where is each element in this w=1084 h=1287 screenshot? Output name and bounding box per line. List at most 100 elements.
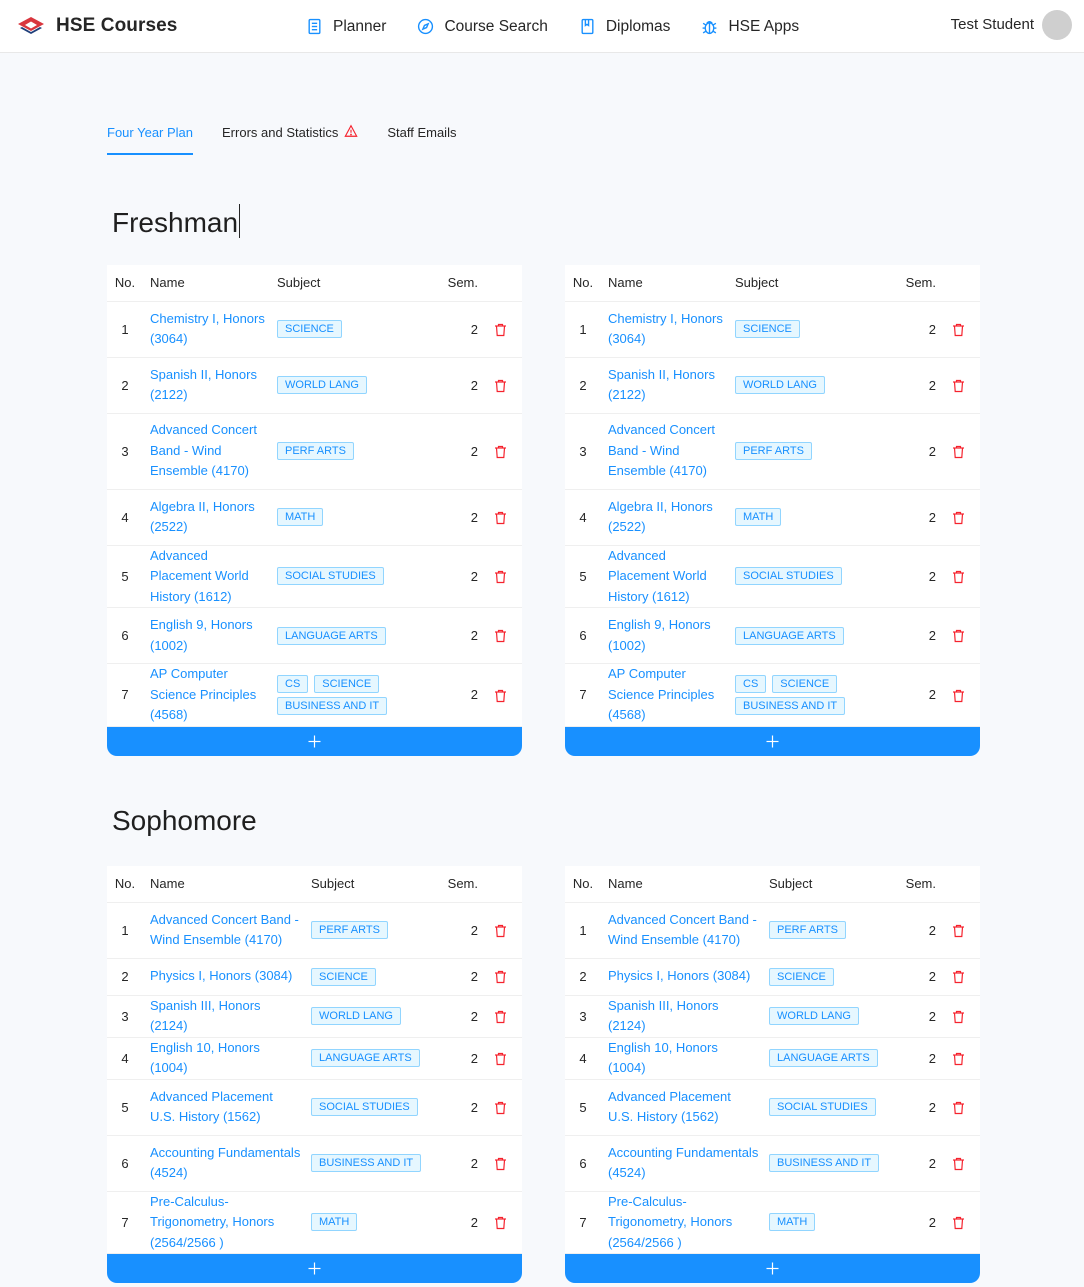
subject-tag: MATH: [769, 1213, 816, 1232]
trash-icon[interactable]: [952, 511, 965, 525]
col-header-name: Name: [143, 265, 277, 302]
trash-icon[interactable]: [952, 1101, 965, 1115]
avatar[interactable]: [1042, 10, 1072, 40]
course-name-link[interactable]: Algebra II, Honors (2522): [608, 497, 725, 538]
course-name-link[interactable]: Accounting Fundamentals (4524): [608, 1143, 759, 1184]
course-subjects: LANGUAGE ARTS: [735, 607, 892, 664]
add-course-button[interactable]: [107, 1254, 522, 1283]
course-name-link[interactable]: Physics I, Honors (3084): [608, 966, 759, 987]
trash-icon[interactable]: [494, 1101, 507, 1115]
trash-icon[interactable]: [494, 1010, 507, 1024]
course-number: 4: [107, 1037, 143, 1080]
trash-icon[interactable]: [494, 924, 507, 938]
course-name-link[interactable]: Advanced Placement World History (1612): [608, 546, 725, 608]
course-name-link[interactable]: Algebra II, Honors (2522): [150, 497, 267, 538]
delete-cell: [936, 902, 980, 959]
course-name-link[interactable]: Spanish II, Honors (2122): [608, 365, 725, 406]
course-name-link[interactable]: English 9, Honors (1002): [150, 615, 267, 656]
nav-course-search[interactable]: Course Search: [417, 18, 548, 36]
trash-icon[interactable]: [952, 379, 965, 393]
trash-icon[interactable]: [952, 1216, 965, 1230]
course-name-link[interactable]: English 10, Honors (1004): [150, 1038, 301, 1079]
course-name-link[interactable]: Advanced Placement U.S. History (1562): [608, 1087, 759, 1128]
delete-cell: [936, 489, 980, 546]
nav-hse-apps-label: HSE Apps: [728, 17, 800, 35]
course-number: 7: [565, 1191, 601, 1254]
add-course-button[interactable]: [565, 1254, 980, 1283]
trash-icon[interactable]: [494, 1157, 507, 1171]
plan-tabs: Four Year Plan Errors and Statistics Sta…: [107, 118, 485, 155]
course-semesters: 2: [434, 607, 478, 664]
course-name-link[interactable]: Spanish II, Honors (2122): [150, 365, 267, 406]
trash-icon[interactable]: [952, 924, 965, 938]
course-name-link[interactable]: Advanced Concert Band - Wind Ensemble (4…: [150, 910, 301, 951]
trash-icon[interactable]: [494, 323, 507, 337]
subject-tag: SCIENCE: [311, 967, 376, 986]
course-name-link[interactable]: Pre-Calculus-Trigonometry, Honors (2564/…: [608, 1192, 759, 1254]
course-row: 7 Pre-Calculus-Trigonometry, Honors (2564…: [565, 1191, 980, 1254]
trash-icon[interactable]: [494, 379, 507, 393]
warning-icon: [344, 124, 358, 137]
hse-logo-icon[interactable]: [16, 15, 46, 35]
course-name-link[interactable]: Accounting Fundamentals (4524): [150, 1143, 301, 1184]
course-name-link[interactable]: AP Computer Science Principles (4568): [150, 664, 267, 726]
course-name-link[interactable]: Advanced Concert Band - Wind Ensemble (4…: [608, 420, 725, 482]
nav-planner[interactable]: Planner: [306, 18, 386, 36]
col-header-no: No.: [107, 866, 143, 903]
trash-icon[interactable]: [494, 970, 507, 984]
trash-icon[interactable]: [952, 570, 965, 584]
tab-staff-emails[interactable]: Staff Emails: [387, 118, 456, 155]
course-name-link[interactable]: Physics I, Honors (3084): [150, 966, 301, 987]
course-name-link[interactable]: Advanced Concert Band - Wind Ensemble (4…: [608, 910, 759, 951]
trash-icon[interactable]: [952, 689, 965, 703]
trash-icon[interactable]: [952, 1157, 965, 1171]
course-row: 2 Physics I, Honors (3084) SCIENCE 2: [107, 958, 522, 996]
course-name-link[interactable]: Spanish III, Honors (2124): [150, 996, 301, 1037]
trash-icon[interactable]: [494, 445, 507, 459]
add-course-button[interactable]: [107, 726, 522, 756]
course-row: 3 Advanced Concert Band - Wind Ensemble (…: [565, 413, 980, 490]
course-row: 4 Algebra II, Honors (2522) MATH 2: [565, 489, 980, 546]
course-name-link[interactable]: Advanced Placement U.S. History (1562): [150, 1087, 301, 1128]
user-name[interactable]: Test Student: [951, 16, 1034, 33]
add-course-button[interactable]: [565, 726, 980, 756]
course-number: 3: [565, 413, 601, 490]
table-header-row: No. Name Subject Sem.: [107, 265, 522, 302]
course-name-link[interactable]: AP Computer Science Principles (4568): [608, 664, 725, 726]
course-name-link[interactable]: Advanced Concert Band - Wind Ensemble (4…: [150, 420, 267, 482]
plus-icon: [308, 735, 321, 747]
course-row: 1 Chemistry I, Honors (3064) SCIENCE 2: [107, 301, 522, 358]
trash-icon[interactable]: [952, 629, 965, 643]
trash-icon[interactable]: [952, 445, 965, 459]
trash-icon[interactable]: [494, 1216, 507, 1230]
course-name-link[interactable]: English 10, Honors (1004): [608, 1038, 759, 1079]
subject-tag: BUSINESS AND IT: [277, 696, 388, 715]
brand-title[interactable]: HSE Courses: [56, 15, 177, 37]
course-semesters: 2: [434, 489, 478, 546]
trash-icon[interactable]: [494, 629, 507, 643]
course-name-link[interactable]: Chemistry I, Honors (3064): [608, 309, 725, 350]
trash-icon[interactable]: [952, 1052, 965, 1066]
course-name-link[interactable]: Pre-Calculus-Trigonometry, Honors (2564/…: [150, 1192, 301, 1254]
col-header-name: Name: [143, 866, 311, 903]
tab-errors-and-statistics[interactable]: Errors and Statistics: [222, 118, 358, 155]
course-name-link[interactable]: English 9, Honors (1002): [608, 615, 725, 656]
trash-icon[interactable]: [494, 689, 507, 703]
book-icon: [581, 18, 594, 35]
course-name-link[interactable]: Advanced Placement World History (1612): [150, 546, 267, 608]
trash-icon[interactable]: [952, 323, 965, 337]
trash-icon[interactable]: [952, 970, 965, 984]
course-name-link[interactable]: Spanish III, Honors (2124): [608, 996, 759, 1037]
trash-icon[interactable]: [952, 1010, 965, 1024]
sophomore-table-left: No. Name Subject Sem. 1 Advanced Concert Band…: [107, 866, 522, 1283]
trash-icon[interactable]: [494, 511, 507, 525]
nav-hse-apps[interactable]: HSE Apps: [701, 18, 799, 36]
course-number: 5: [565, 545, 601, 608]
delete-cell: [478, 301, 522, 358]
course-number: 6: [107, 607, 143, 664]
course-name-link[interactable]: Chemistry I, Honors (3064): [150, 309, 267, 350]
nav-diplomas[interactable]: Diplomas: [579, 18, 670, 36]
trash-icon[interactable]: [494, 1052, 507, 1066]
tab-four-year-plan[interactable]: Four Year Plan: [107, 118, 194, 155]
trash-icon[interactable]: [494, 570, 507, 584]
